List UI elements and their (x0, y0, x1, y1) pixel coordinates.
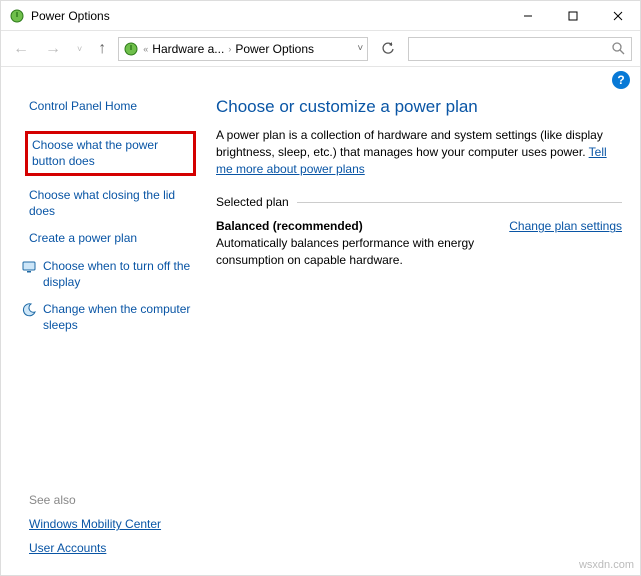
sidebar: Control Panel Home Choose what the power… (1, 89, 206, 353)
plan-name: Balanced (recommended) (216, 219, 496, 233)
display-icon (21, 259, 37, 275)
up-button[interactable]: ↑ (94, 36, 110, 62)
plan-description-text: A power plan is a collection of hardware… (216, 127, 622, 177)
main-content: Choose or customize a power plan A power… (206, 89, 640, 353)
see-also-header: See also (29, 493, 161, 507)
forward-button: → (41, 36, 65, 62)
plan-description: Automatically balances performance with … (216, 235, 496, 269)
section-label: Selected plan (216, 195, 289, 209)
search-input[interactable] (408, 37, 632, 61)
sidebar-item-label: Change when the computer sleeps (43, 302, 190, 332)
sidebar-item-label: Create a power plan (29, 231, 137, 245)
sidebar-item-label: Choose when to turn off the display (43, 259, 190, 289)
refresh-button[interactable] (376, 37, 400, 61)
breadcrumb[interactable]: « Hardware a... › Power Options ˅ (118, 37, 368, 61)
sidebar-item-create-plan[interactable]: Create a power plan (29, 231, 196, 247)
sidebar-item-power-button[interactable]: Choose what the power button does (25, 131, 196, 176)
watermark: wsxdn.com (579, 559, 634, 571)
back-button[interactable]: ← (9, 36, 33, 62)
change-plan-settings-link[interactable]: Change plan settings (509, 219, 622, 233)
see-also-section: See also Windows Mobility Center User Ac… (29, 493, 161, 565)
sidebar-item-label: Choose what the power button does (32, 138, 158, 168)
minimize-button[interactable] (505, 1, 550, 30)
sidebar-item-computer-sleeps[interactable]: Change when the computer sleeps (15, 302, 196, 333)
control-panel-icon (123, 41, 139, 57)
address-bar: ← → ˅ ↑ « Hardware a... › Power Options … (1, 31, 640, 67)
see-also-user-accounts[interactable]: User Accounts (29, 541, 161, 555)
close-button[interactable] (595, 1, 640, 30)
window-controls (505, 1, 640, 30)
help-bar: ? (1, 67, 640, 89)
title-bar: Power Options (1, 1, 640, 31)
breadcrumb-hardware[interactable]: Hardware a... (152, 42, 224, 56)
see-also-mobility-center[interactable]: Windows Mobility Center (29, 517, 161, 531)
plan-row: Balanced (recommended) Automatically bal… (216, 219, 622, 269)
sidebar-item-closing-lid[interactable]: Choose what closing the lid does (29, 188, 196, 219)
search-icon (612, 42, 625, 55)
desc-text: A power plan is a collection of hardware… (216, 128, 603, 159)
content-body: Control Panel Home Choose what the power… (1, 89, 640, 353)
divider (297, 202, 622, 203)
breadcrumb-prev-icon[interactable]: « (139, 44, 152, 54)
control-panel-home-link[interactable]: Control Panel Home (29, 99, 206, 113)
recent-dropdown-icon[interactable]: ˅ (73, 40, 86, 58)
chevron-right-icon[interactable]: › (224, 44, 235, 54)
window-title: Power Options (31, 9, 110, 23)
sidebar-item-label: Choose what closing the lid does (29, 188, 175, 218)
maximize-button[interactable] (550, 1, 595, 30)
page-heading: Choose or customize a power plan (216, 97, 622, 117)
selected-plan-header: Selected plan (216, 195, 622, 209)
sleep-icon (21, 302, 37, 318)
power-options-icon (9, 8, 25, 24)
sidebar-item-turn-off-display[interactable]: Choose when to turn off the display (15, 259, 196, 290)
help-icon[interactable]: ? (612, 71, 630, 89)
breadcrumb-power-options[interactable]: Power Options (235, 42, 314, 56)
breadcrumb-dropdown-icon[interactable]: ˅ (357, 43, 363, 54)
